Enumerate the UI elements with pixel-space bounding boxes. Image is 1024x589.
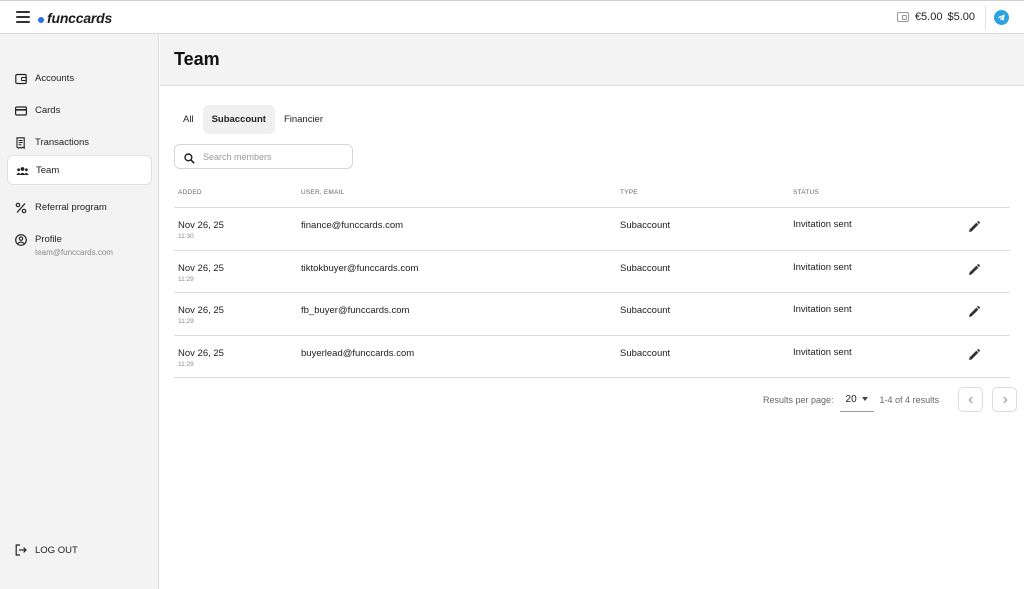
tab-subaccount[interactable]: Subaccount [202,105,275,134]
top-divider [985,6,986,30]
column-header-status: STATUS [793,189,819,196]
row-type: Subaccount [620,305,671,316]
table-row[interactable]: Nov 26, 25 11:29 fb_buyer@funccards.com … [174,293,1010,336]
table-header: ADDED USER, EMAIL TYPE STATUS [174,180,1010,208]
results-per-page-value: 20 [845,393,857,405]
logout-label: LOG OUT [35,544,78,556]
sidebar-item-label: Accounts [35,73,75,84]
wallet-icon [15,73,27,85]
sidebar-item-transactions[interactable]: Transactions [7,128,152,158]
sidebar-item-referral-program[interactable]: Referral program [7,193,152,223]
row-status: Invitation sent [793,219,852,230]
row-email: buyerlead@funccards.com [301,347,415,359]
row-date: Nov 26, 25 [178,262,224,274]
row-type: Subaccount [620,262,671,274]
row-type: Subaccount [620,347,671,359]
chevron-left-icon [968,396,973,403]
logout-icon [15,544,27,556]
logo[interactable]: funccards [38,9,112,27]
row-type: Subaccount [620,220,671,231]
table-row[interactable]: Nov 26, 25 11:30 finance@funccards.com S… [174,208,1010,251]
balance-eur: €5.00 [914,11,943,23]
column-header-added: ADDED [178,189,202,196]
sidebar-item-label: Transactions [35,137,90,148]
pagination: Results per page: 20 1-4 of 4 results [763,387,1018,412]
results-range: 1-4 of 4 results [879,394,940,405]
telegram-icon[interactable] [994,10,1009,25]
balances: €5.00 $5.00 [896,11,980,23]
balance-usd: $5.00 [947,11,975,23]
receipt-icon [15,137,27,149]
wallet-icon [896,12,909,22]
top-bar: funccards €5.00 $5.00 [0,0,1024,34]
table-row[interactable]: Nov 26, 25 11:29 buyerlead@funccards.com… [174,336,1010,378]
logout-button[interactable]: LOG OUT [15,544,78,556]
profile-email: team@funccards.com [35,248,113,257]
row-time: 11:30 [178,233,194,240]
column-header-type: TYPE [620,189,638,196]
card-icon [15,105,27,117]
column-header-user: USER, EMAIL [301,189,345,196]
search-input[interactable] [203,151,343,162]
table-row[interactable]: Nov 26, 25 11:29 tiktokbuyer@funccards.c… [174,251,1010,293]
row-time: 11:29 [178,275,194,283]
logo-text: funccards [47,10,113,26]
edit-pencil-icon[interactable] [967,220,981,234]
row-status: Invitation sent [793,261,852,273]
row-email: fb_buyer@funccards.com [301,305,410,316]
members-table: ADDED USER, EMAIL TYPE STATUS Nov 26, 25… [174,180,1010,378]
team-icon [16,165,29,177]
logo-dot [38,17,44,23]
row-email: tiktokbuyer@funccards.com [301,262,419,274]
sidebar-item-label: Referral program [35,202,107,213]
row-status: Invitation sent [793,304,852,315]
sidebar-item-label: Profile [35,234,62,245]
page-header: Team [160,34,1024,86]
row-email: finance@funccards.com [301,220,404,231]
percent-icon [15,202,27,214]
row-date: Nov 26, 25 [178,220,224,231]
row-date: Nov 26, 25 [178,305,224,316]
sidebar-item-profile[interactable]: Profile team@funccards.com [7,225,152,261]
edit-pencil-icon[interactable] [967,263,981,277]
edit-pencil-icon[interactable] [967,348,981,362]
previous-page-button[interactable] [958,387,984,412]
row-date: Nov 26, 25 [178,347,224,359]
tab-all[interactable]: All [174,105,203,134]
search-icon [184,151,195,164]
sidebar: Accounts Cards Transactions Team Referra… [0,34,159,589]
row-time: 11:29 [178,318,194,325]
next-page-button[interactable] [992,387,1018,412]
search-box [174,144,353,169]
chevron-right-icon [1002,396,1007,403]
sidebar-item-label: Team [36,165,60,176]
sidebar-item-cards[interactable]: Cards [7,96,152,126]
sidebar-item-accounts[interactable]: Accounts [7,64,152,94]
sidebar-item-team[interactable]: Team [7,155,152,185]
hamburger-menu-icon[interactable] [16,11,30,23]
results-per-page-label: Results per page: [763,394,834,405]
sidebar-item-label: Cards [35,105,61,116]
row-time: 11:29 [178,360,194,368]
edit-pencil-icon[interactable] [967,305,981,319]
member-type-tabs: All Subaccount Financier [174,105,332,134]
row-status: Invitation sent [793,346,852,358]
results-per-page-select[interactable]: 20 [839,388,874,412]
user-circle-icon [15,234,27,246]
caret-down-icon [861,397,868,401]
page-title: Team [174,49,220,69]
tab-financier[interactable]: Financier [275,105,332,134]
